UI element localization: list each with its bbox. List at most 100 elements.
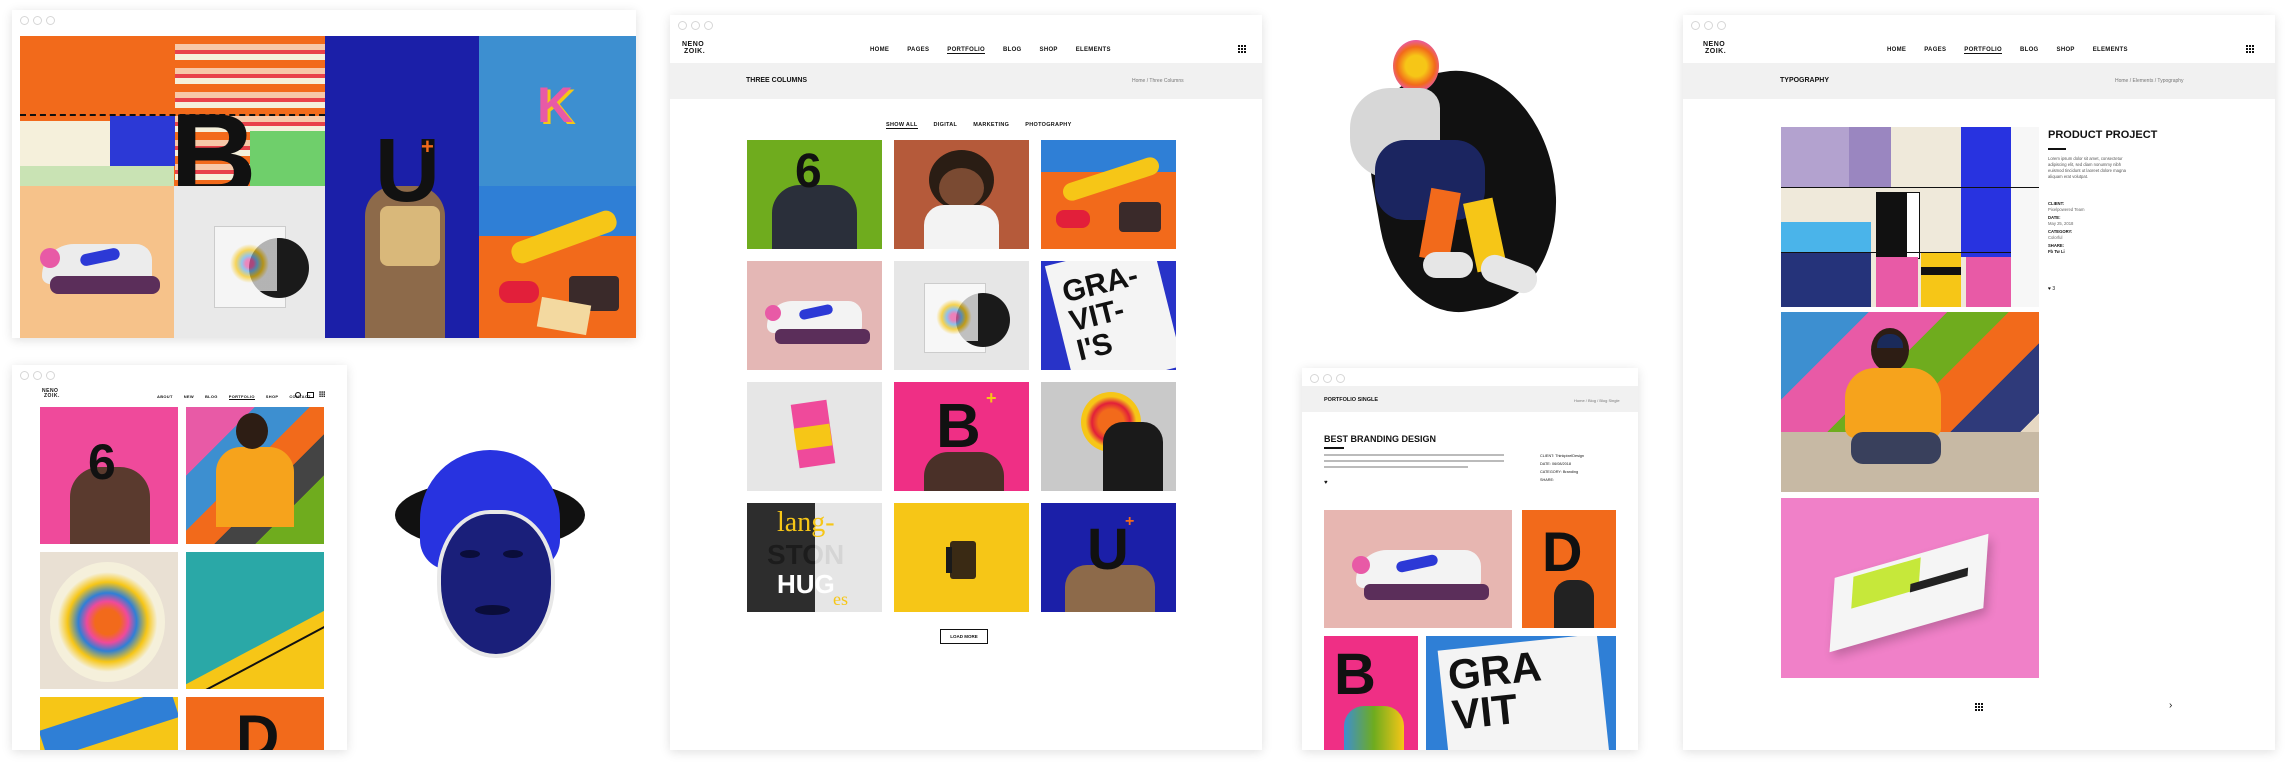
portfolio-filters: SHOW ALL DIGITAL MARKETING PHOTOGRAPHY	[886, 122, 1072, 129]
project-description: Lorem ipsum dolor sit amet, consectetur …	[2048, 156, 2126, 179]
single-breadcrumb: Home / Blog / Blog Single	[1574, 398, 1620, 403]
page-title: THREE COLUMNS	[746, 77, 808, 84]
blue-head-cutout	[385, 450, 595, 665]
small-pink-tile[interactable]: 6	[40, 407, 178, 544]
portfolio-item[interactable]: 6	[747, 140, 882, 249]
nav-shop[interactable]: SHOP	[266, 394, 279, 400]
nav-home[interactable]: HOME	[1887, 47, 1906, 54]
share-links[interactable]: Fb Tw Li	[2048, 249, 2084, 255]
cart-icon[interactable]	[307, 392, 314, 398]
three-columns-frame: NENO ZOIK. HOME PAGES PORTFOLIO BLOG SHOP…	[670, 15, 1262, 750]
portfolio-item[interactable]	[747, 261, 882, 370]
tile-u-letter: U	[1087, 517, 1129, 582]
site-logo[interactable]: NENO ZOIK.	[1703, 41, 1726, 55]
collage-seated-tile	[479, 186, 636, 338]
nav-shop[interactable]: SHOP	[1040, 47, 1058, 54]
next-chevron-icon[interactable]: ›	[2169, 700, 2172, 711]
project-image-mondrian	[1781, 127, 2039, 307]
typography-frame: NENO ZOIK. HOME PAGES PORTFOLIO BLOG SHOP…	[1683, 15, 2275, 750]
single-description-lines	[1324, 454, 1504, 468]
single-sneaker-tile	[1324, 510, 1512, 628]
tile-lang-bot: HUG	[777, 569, 835, 599]
project-image-person	[1781, 312, 2039, 492]
nav-portfolio[interactable]: PORTFOLIO	[1964, 47, 2002, 54]
menu-grid-icon[interactable]	[2246, 45, 2255, 54]
portfolio-item[interactable]	[894, 261, 1029, 370]
menu-grid-icon[interactable]	[319, 391, 325, 397]
main-nav: HOME PAGES PORTFOLIO BLOG SHOP ELEMENTS	[870, 47, 1111, 54]
nav-pages[interactable]: PAGES	[907, 47, 929, 54]
breadcrumb: Home / Elements / Typography	[2115, 78, 2184, 84]
main-nav: HOME PAGES PORTFOLIO BLOG SHOP ELEMENTS	[1887, 47, 2128, 54]
tile-lang-top: lang-	[777, 507, 835, 538]
nav-elements[interactable]: ELEMENTS	[2093, 47, 2128, 54]
filter-show-all[interactable]: SHOW ALL	[886, 122, 918, 129]
portfolio-item[interactable]	[894, 503, 1029, 612]
filter-photography[interactable]: PHOTOGRAPHY	[1025, 122, 1071, 129]
nav-blog[interactable]: BLOG	[205, 394, 218, 400]
nav-portfolio[interactable]: PORTFOLIO	[228, 394, 255, 400]
single-orange-tile: D	[1522, 510, 1616, 628]
portfolio-item[interactable]	[1041, 140, 1176, 249]
like-heart-icon[interactable]: ♥ 3	[2048, 286, 2055, 292]
collage-k-tile: K	[479, 36, 636, 186]
nav-shop[interactable]: SHOP	[2057, 47, 2075, 54]
tile-lang-es: es	[833, 589, 848, 609]
breadcrumb: Home / Three Columns	[1132, 78, 1184, 84]
project-title: PRODUCT PROJECT	[2048, 129, 2158, 141]
single-b-letter: B	[1334, 642, 1376, 707]
portfolio-item[interactable]: lang- STON HUG es	[747, 503, 882, 612]
filter-digital[interactable]: DIGITAL	[934, 122, 958, 129]
portfolio-grid-icon[interactable]	[1975, 703, 1984, 712]
portfolio-item[interactable]	[1041, 382, 1176, 491]
small-graffiti-tile[interactable]	[186, 407, 324, 544]
small-teal-tile[interactable]	[186, 552, 324, 689]
collage-sneaker-tile	[20, 186, 174, 338]
small-site-frame: NENO ZOIK. ABOUT NEW BLOG PORTFOLIO SHOP …	[12, 365, 347, 750]
filter-marketing[interactable]: MARKETING	[973, 122, 1009, 129]
portfolio-item[interactable]	[894, 140, 1029, 249]
nav-portfolio[interactable]: PORTFOLIO	[947, 47, 985, 54]
nav-home[interactable]: HOME	[870, 47, 889, 54]
title-bar	[1683, 63, 2275, 99]
nav-new[interactable]: NEW	[184, 394, 194, 400]
nav-blog[interactable]: BLOG	[1003, 47, 1022, 54]
jumping-person-cutout	[1345, 40, 1595, 340]
nav-blog[interactable]: BLOG	[2020, 47, 2039, 54]
search-icon[interactable]	[295, 392, 301, 398]
portfolio-item[interactable]: B +	[894, 382, 1029, 491]
window-dots	[1310, 374, 1345, 383]
nav-pages[interactable]: PAGES	[1924, 47, 1946, 54]
portfolio-item[interactable]	[747, 382, 882, 491]
project-title-underline	[2048, 148, 2066, 150]
single-header-title: PORTFOLIO SINGLE	[1324, 397, 1379, 403]
collage-b-letter: B	[170, 89, 257, 186]
small-orange-tile[interactable]: D	[186, 697, 324, 750]
tile-lang-mid: STON	[767, 539, 845, 570]
collage-vinyl-tile	[174, 186, 325, 338]
nav-elements[interactable]: ELEMENTS	[1076, 47, 1111, 54]
window-dots	[1691, 21, 1726, 30]
site-logo[interactable]: NENO ZOIK.	[42, 389, 60, 399]
nav-about[interactable]: ABOUT	[157, 394, 173, 400]
title-underline	[1324, 447, 1344, 449]
single-gravity-text: GRA VIT	[1445, 642, 1542, 739]
portfolio-item[interactable]: GRA-VIT-I'S	[1041, 261, 1176, 370]
window-dots	[678, 21, 713, 30]
collage-b-tile: B	[20, 36, 325, 186]
small-yellow-tile[interactable]	[40, 697, 178, 750]
project-image-magazine	[1781, 498, 2039, 678]
window-dots	[20, 371, 55, 380]
collage-u-tile: U +	[325, 36, 479, 338]
small-collage-tile[interactable]	[40, 552, 178, 689]
portfolio-single-frame: PORTFOLIO SINGLE Home / Blog / Blog Sing…	[1302, 368, 1638, 750]
window-dots	[20, 16, 55, 25]
menu-grid-icon[interactable]	[1238, 45, 1247, 54]
tile-b-letter: B	[936, 392, 981, 461]
like-heart-icon[interactable]: ♥	[1324, 480, 1328, 486]
load-more-button[interactable]: LOAD MORE	[940, 629, 988, 644]
single-meta: CLIENT: ThinkpixelDesign DATE: 06/08/201…	[1540, 454, 1585, 482]
single-gravity-tile: GRA VIT	[1426, 636, 1616, 750]
portfolio-item[interactable]: U +	[1041, 503, 1176, 612]
site-logo[interactable]: NENO ZOIK.	[682, 41, 705, 55]
